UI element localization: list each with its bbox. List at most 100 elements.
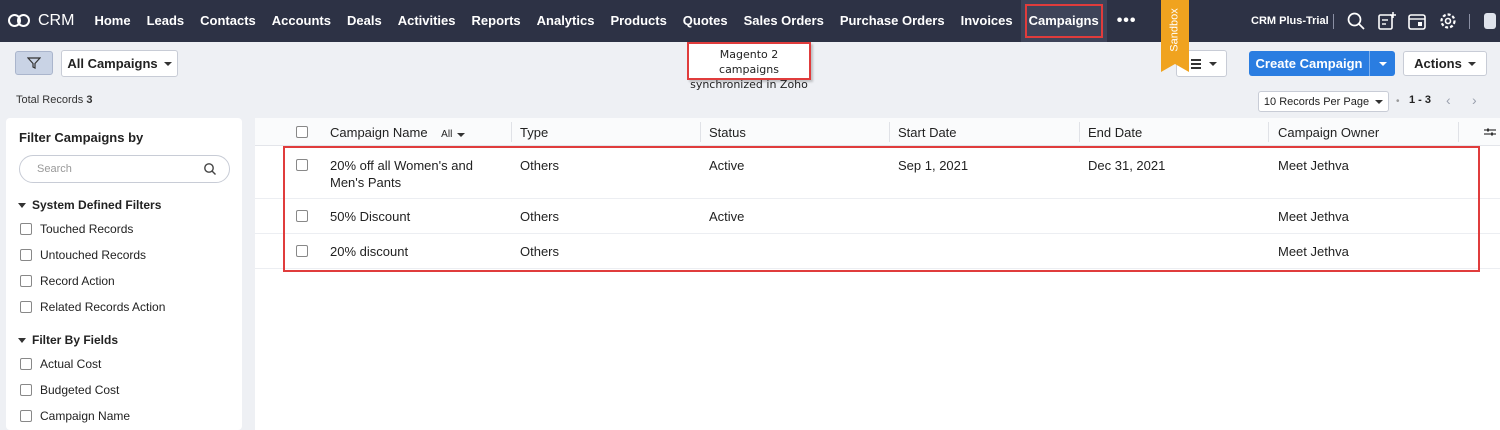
chevron-down-icon: [1375, 99, 1384, 104]
checkbox[interactable]: [20, 275, 32, 287]
filter-budgeted-cost[interactable]: Budgeted Cost: [20, 383, 119, 397]
crm-logo[interactable]: CRM: [8, 12, 74, 30]
add-task-icon[interactable]: [1377, 11, 1397, 31]
name-filter-label: All: [441, 129, 453, 140]
row-checkbox[interactable]: [296, 159, 308, 171]
filter-record-action[interactable]: Record Action: [20, 274, 115, 288]
system-filters-section[interactable]: System Defined Filters: [18, 198, 161, 212]
filter-label: Budgeted Cost: [40, 383, 120, 397]
nav-item-purchase-orders[interactable]: Purchase Orders: [832, 0, 953, 42]
cell-status: Active: [709, 158, 745, 173]
cell-owner: Meet Jethva: [1278, 158, 1349, 173]
filter-label: Record Action: [40, 274, 115, 288]
edition-label[interactable]: CRM Plus-Trial: [1251, 0, 1329, 42]
row-checkbox[interactable]: [296, 210, 308, 222]
column-divider[interactable]: [700, 122, 701, 142]
column-settings-icon[interactable]: [1484, 126, 1496, 138]
logo-text: CRM: [38, 12, 75, 29]
sidebar-search-input[interactable]: Search: [19, 155, 230, 183]
actions-button[interactable]: Actions: [1403, 51, 1487, 76]
nav-item-quotes[interactable]: Quotes: [675, 0, 736, 42]
next-page-icon[interactable]: ›: [1472, 92, 1477, 108]
nav-item-leads[interactable]: Leads: [139, 0, 193, 42]
column-campaign-owner[interactable]: Campaign Owner: [1278, 125, 1379, 140]
nav-item-reports[interactable]: Reports: [464, 0, 529, 42]
campaign-name-link[interactable]: 50% Discount: [330, 208, 410, 225]
sandbox-label: Sandbox: [1169, 8, 1181, 52]
annotation-callout: Magento 2 campaigns synchronized in Zoho: [687, 42, 811, 91]
filter-actual-cost[interactable]: Actual Cost: [20, 357, 101, 371]
records-per-page-dropdown[interactable]: 10 Records Per Page: [1258, 91, 1389, 112]
filter-toggle-button[interactable]: [15, 51, 53, 75]
nav-item-contacts[interactable]: Contacts: [192, 0, 264, 42]
checkbox[interactable]: [20, 410, 32, 422]
column-divider[interactable]: [1268, 122, 1269, 142]
column-divider[interactable]: [889, 122, 890, 142]
nav-item-accounts[interactable]: Accounts: [264, 0, 339, 42]
nav-item-activities[interactable]: Activities: [390, 0, 464, 42]
view-selector-dropdown[interactable]: All Campaigns: [61, 50, 178, 77]
table-row[interactable]: 50% Discount Others Active Meet Jethva: [255, 200, 1500, 234]
nav-item-campaigns[interactable]: Campaigns: [1020, 0, 1107, 42]
separator-dot: •: [1396, 96, 1400, 107]
filter-touched-records[interactable]: Touched Records: [20, 222, 133, 236]
cell-owner: Meet Jethva: [1278, 209, 1349, 224]
actions-label: Actions: [1414, 56, 1462, 71]
filter-untouched-records[interactable]: Untouched Records: [20, 248, 146, 262]
nav-divider-2: [1469, 14, 1470, 29]
sandbox-ribbon[interactable]: Sandbox: [1161, 0, 1189, 72]
checkbox[interactable]: [20, 358, 32, 370]
checkbox[interactable]: [20, 384, 32, 396]
checkbox[interactable]: [20, 301, 32, 313]
column-type[interactable]: Type: [520, 125, 548, 140]
field-filters-section[interactable]: Filter By Fields: [18, 333, 118, 347]
prev-page-icon[interactable]: ‹: [1446, 92, 1451, 108]
campaign-name-link[interactable]: 20% discount: [330, 243, 408, 260]
create-campaign-button[interactable]: Create Campaign: [1249, 51, 1395, 76]
search-icon[interactable]: [1346, 11, 1366, 31]
create-campaign-label[interactable]: Create Campaign: [1249, 51, 1369, 76]
nav-item-sales-orders[interactable]: Sales Orders: [736, 0, 832, 42]
filter-label: Actual Cost: [40, 357, 102, 371]
column-start-date[interactable]: Start Date: [898, 125, 957, 140]
table-row[interactable]: 20% off all Women's and Men's Pants Othe…: [255, 147, 1500, 199]
filter-related-records-action[interactable]: Related Records Action: [20, 300, 165, 314]
create-options-dropdown[interactable]: [1369, 51, 1395, 76]
checkbox[interactable]: [20, 249, 32, 261]
column-divider[interactable]: [511, 122, 512, 142]
search-icon: [204, 163, 216, 175]
nav-divider: [1333, 14, 1334, 29]
column-divider[interactable]: [1079, 122, 1080, 142]
column-label: Campaign Name: [330, 125, 428, 140]
nav-item-analytics[interactable]: Analytics: [529, 0, 603, 42]
table-row[interactable]: 20% discount Others Meet Jethva: [255, 235, 1500, 269]
table-header: Campaign Name All Type Status Start Date…: [255, 118, 1500, 146]
nav-item-invoices[interactable]: Invoices: [953, 0, 1021, 42]
nav-item-home[interactable]: Home: [86, 0, 138, 42]
total-records-count: 3: [86, 94, 93, 106]
column-status[interactable]: Status: [709, 125, 746, 140]
more-menu-icon[interactable]: •••: [1107, 12, 1147, 30]
filter-label: Campaign Name: [40, 409, 131, 423]
name-filter-dropdown[interactable]: All: [441, 129, 466, 140]
funnel-icon: [27, 57, 41, 69]
checkbox[interactable]: [20, 223, 32, 235]
column-end-date[interactable]: End Date: [1088, 125, 1142, 140]
calendar-icon[interactable]: [1407, 11, 1427, 31]
cell-status: Active: [709, 209, 745, 224]
column-campaign-name[interactable]: Campaign Name All: [330, 125, 466, 140]
search-placeholder: Search: [37, 163, 72, 175]
gear-icon[interactable]: [1438, 11, 1458, 31]
nav-item-deals[interactable]: Deals: [339, 0, 390, 42]
row-checkbox[interactable]: [296, 245, 308, 257]
crm-logo-icon: [8, 13, 32, 29]
select-all-checkbox[interactable]: [296, 126, 308, 138]
cell-type: Others: [520, 158, 560, 173]
campaign-name-link[interactable]: 20% off all Women's and Men's Pants: [330, 157, 505, 191]
nav-item-products[interactable]: Products: [602, 0, 674, 42]
filter-campaign-name[interactable]: Campaign Name: [20, 409, 130, 423]
filter-label: Touched Records: [40, 222, 134, 236]
avatar[interactable]: [1480, 11, 1496, 31]
column-divider[interactable]: [1458, 122, 1459, 142]
filter-label: Related Records Action: [40, 300, 166, 314]
